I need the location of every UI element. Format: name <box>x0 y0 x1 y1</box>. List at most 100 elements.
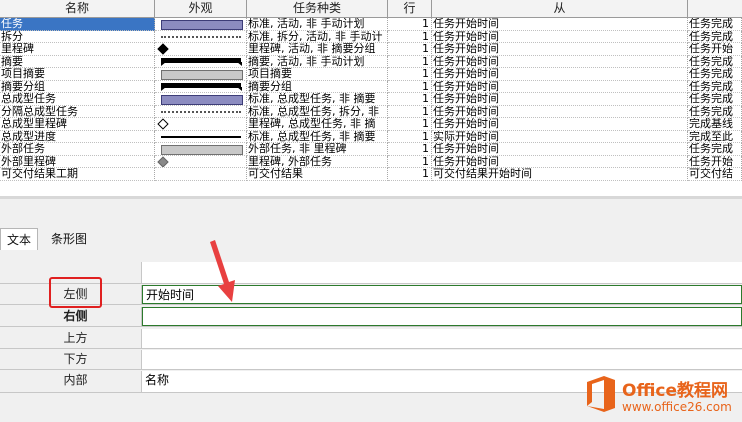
cell-task-types[interactable]: 摘要, 活动, 非 手动计划 <box>247 55 388 68</box>
prop-row-left[interactable]: 左侧 开始时间 <box>0 285 742 305</box>
cell-to[interactable]: 任务完成 <box>688 68 742 81</box>
table-row[interactable]: 里程碑 里程碑, 活动, 非 摘要分组 1 任务开始时间 任务开始 <box>0 43 742 56</box>
table-row[interactable]: 摘要 摘要, 活动, 非 手动计划 1 任务开始时间 任务完成 <box>0 55 742 68</box>
col-header-name[interactable]: 名称 <box>0 0 155 17</box>
cell-appearance[interactable] <box>155 105 247 118</box>
cell-name[interactable]: 摘要 <box>0 55 155 68</box>
cell-appearance[interactable] <box>155 118 247 131</box>
cell-task-types[interactable]: 标准, 总成型任务, 非 摘要 <box>247 93 388 106</box>
cell-from[interactable]: 任务开始时间 <box>432 118 688 131</box>
table-row[interactable]: 任务 标准, 活动, 非 手动计划 1 任务开始时间 任务完成 <box>0 18 742 31</box>
cell-task-types[interactable]: 里程碑, 总成型任务, 非 摘 <box>247 118 388 131</box>
cell-from[interactable]: 实际开始时间 <box>432 130 688 143</box>
cell-to[interactable]: 完成基线 <box>688 118 742 131</box>
cell-name[interactable]: 分隔总成型任务 <box>0 105 155 118</box>
cell-appearance[interactable] <box>155 30 247 43</box>
cell-name[interactable]: 项目摘要 <box>0 68 155 81</box>
cell-from[interactable]: 任务开始时间 <box>432 68 688 81</box>
cell-row[interactable]: 1 <box>388 55 432 68</box>
cell-to[interactable]: 任务开始 <box>688 43 742 56</box>
cell-appearance[interactable] <box>155 130 247 143</box>
cell-name[interactable]: 摘要分组 <box>0 80 155 93</box>
table-row[interactable]: 可交付结果工期 可交付结果 1 可交付结果开始时间 可交付结 <box>0 168 742 181</box>
table-row[interactable]: 总成型任务 标准, 总成型任务, 非 摘要 1 任务开始时间 任务完成 <box>0 93 742 106</box>
cell-to[interactable]: 可交付结 <box>688 168 742 181</box>
cell-task-types[interactable]: 可交付结果 <box>247 168 388 181</box>
cell-from[interactable]: 任务开始时间 <box>432 93 688 106</box>
prop-row-right[interactable]: 右侧 <box>0 307 742 327</box>
cell-to[interactable]: 任务完成 <box>688 80 742 93</box>
tab-bars[interactable]: 条形图 <box>45 228 93 250</box>
cell-row[interactable]: 1 <box>388 155 432 168</box>
cell-to[interactable]: 完成至此 <box>688 130 742 143</box>
cell-from[interactable]: 任务开始时间 <box>432 18 688 31</box>
cell-to[interactable]: 任务开始 <box>688 155 742 168</box>
cell-row[interactable]: 1 <box>388 93 432 106</box>
cell-from[interactable]: 任务开始时间 <box>432 143 688 156</box>
cell-task-types[interactable]: 里程碑, 外部任务 <box>247 155 388 168</box>
cell-row[interactable]: 1 <box>388 168 432 181</box>
cell-name[interactable]: 外部里程碑 <box>0 155 155 168</box>
cell-to[interactable]: 任务完成 <box>688 143 742 156</box>
cell-from[interactable]: 可交付结果开始时间 <box>432 168 688 181</box>
prop-value-bottom[interactable] <box>142 350 742 369</box>
cell-row[interactable]: 1 <box>388 30 432 43</box>
cell-to[interactable]: 任务完成 <box>688 30 742 43</box>
tab-text[interactable]: 文本 <box>0 228 39 251</box>
cell-name[interactable]: 里程碑 <box>0 43 155 56</box>
cell-appearance[interactable] <box>155 55 247 68</box>
col-header-from[interactable]: 从 <box>432 0 688 17</box>
cell-from[interactable]: 任务开始时间 <box>432 80 688 93</box>
table-row[interactable]: 项目摘要 项目摘要 1 任务开始时间 任务完成 <box>0 68 742 81</box>
table-row[interactable]: 摘要分组 摘要分组 1 任务开始时间 任务完成 <box>0 80 742 93</box>
cell-appearance[interactable] <box>155 43 247 56</box>
cell-row[interactable]: 1 <box>388 80 432 93</box>
cell-from[interactable]: 任务开始时间 <box>432 55 688 68</box>
cell-to[interactable]: 任务完成 <box>688 18 742 31</box>
prop-value-right[interactable] <box>142 307 742 326</box>
cell-from[interactable]: 任务开始时间 <box>432 155 688 168</box>
col-header-appearance[interactable]: 外观 <box>155 0 247 17</box>
cell-name[interactable]: 拆分 <box>0 30 155 43</box>
cell-task-types[interactable]: 标准, 活动, 非 手动计划 <box>247 18 388 31</box>
table-row[interactable]: 外部任务 外部任务, 非 里程碑 1 任务开始时间 任务完成 <box>0 143 742 156</box>
cell-name[interactable]: 总成型里程碑 <box>0 118 155 131</box>
table-row[interactable]: 外部里程碑 里程碑, 外部任务 1 任务开始时间 任务开始 <box>0 155 742 168</box>
cell-task-types[interactable]: 标准, 拆分, 活动, 非 手动计 <box>247 30 388 43</box>
cell-appearance[interactable] <box>155 18 247 31</box>
cell-name[interactable]: 任务 <box>0 18 155 31</box>
table-row[interactable]: 总成型里程碑 里程碑, 总成型任务, 非 摘 1 任务开始时间 完成基线 <box>0 118 742 131</box>
cell-row[interactable]: 1 <box>388 43 432 56</box>
cell-row[interactable]: 1 <box>388 118 432 131</box>
cell-row[interactable]: 1 <box>388 18 432 31</box>
col-header-to[interactable] <box>688 0 742 17</box>
table-row[interactable]: 拆分 标准, 拆分, 活动, 非 手动计 1 任务开始时间 任务完成 <box>0 30 742 43</box>
col-header-task-types[interactable]: 任务种类 <box>247 0 388 17</box>
col-header-row[interactable]: 行 <box>388 0 432 17</box>
table-row[interactable]: 总成型进度 标准, 总成型任务, 非 摘要 1 实际开始时间 完成至此 <box>0 130 742 143</box>
cell-row[interactable]: 1 <box>388 105 432 118</box>
cell-task-types[interactable]: 摘要分组 <box>247 80 388 93</box>
cell-appearance[interactable] <box>155 93 247 106</box>
cell-appearance[interactable] <box>155 68 247 81</box>
cell-row[interactable]: 1 <box>388 68 432 81</box>
cell-from[interactable]: 任务开始时间 <box>432 30 688 43</box>
pane-divider[interactable] <box>0 196 742 199</box>
cell-appearance[interactable] <box>155 143 247 156</box>
cell-from[interactable]: 任务开始时间 <box>432 105 688 118</box>
cell-to[interactable]: 任务完成 <box>688 55 742 68</box>
cell-appearance[interactable] <box>155 168 247 181</box>
cell-task-types[interactable]: 里程碑, 活动, 非 摘要分组 <box>247 43 388 56</box>
prop-row-top[interactable]: 上方 <box>0 329 742 349</box>
cell-to[interactable]: 任务完成 <box>688 105 742 118</box>
cell-appearance[interactable] <box>155 155 247 168</box>
cell-name[interactable]: 可交付结果工期 <box>0 168 155 181</box>
cell-name[interactable]: 总成型任务 <box>0 93 155 106</box>
cell-task-types[interactable]: 项目摘要 <box>247 68 388 81</box>
cell-task-types[interactable]: 标准, 总成型任务, 非 摘要 <box>247 130 388 143</box>
cell-from[interactable]: 任务开始时间 <box>432 43 688 56</box>
cell-name[interactable]: 外部任务 <box>0 143 155 156</box>
table-row[interactable]: 分隔总成型任务 标准, 总成型任务, 拆分, 非 1 任务开始时间 任务完成 <box>0 105 742 118</box>
cell-to[interactable]: 任务完成 <box>688 93 742 106</box>
cell-name[interactable]: 总成型进度 <box>0 130 155 143</box>
